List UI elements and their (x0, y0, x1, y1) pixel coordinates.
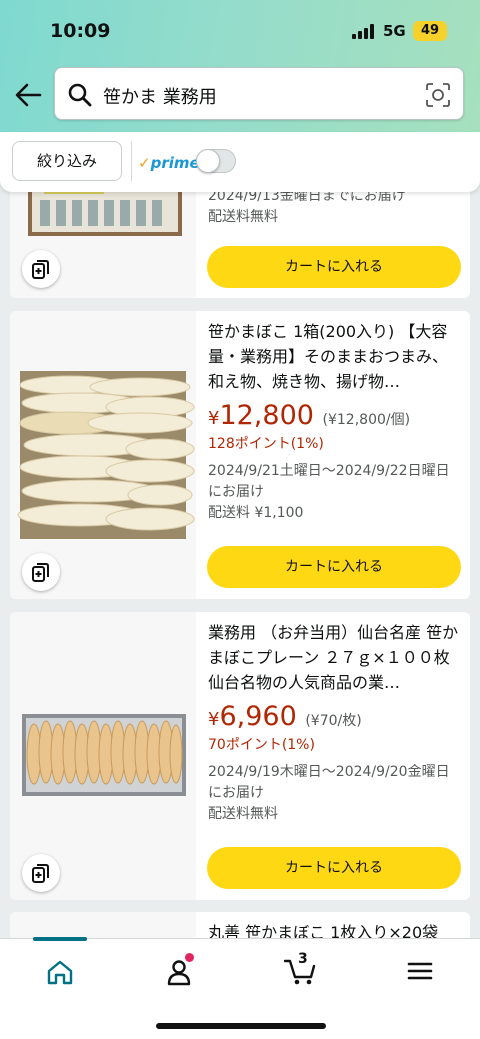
shipping-fee: 配送料無料 (208, 806, 278, 822)
add-to-cart-button[interactable]: カートに入れる (207, 246, 461, 288)
back-arrow-icon[interactable] (14, 82, 42, 108)
shipping-fee: 配送料 ¥1,100 (208, 505, 304, 521)
compare-icon[interactable] (22, 250, 60, 288)
shipping-fee: 配送料無料 (208, 209, 278, 225)
product-title[interactable]: 業務用 （お弁当用）仙台名産 笹かまぼこプレーン ２７ｇ×１００枚 仙台名物の人… (208, 620, 460, 695)
account-icon[interactable] (164, 953, 196, 989)
cart-icon[interactable]: 3 (283, 951, 316, 989)
search-query: 笹かま 業務用 (103, 87, 217, 108)
add-to-cart-button[interactable]: カートに入れる (207, 847, 461, 889)
notification-dot (185, 953, 194, 962)
network-type: 5G (383, 22, 406, 40)
search-icon (68, 83, 92, 107)
delivery-date: 2024/9/21土曜日～2024/9/22日曜日 にお届け (208, 463, 450, 500)
filter-bar: 絞り込み ✓prime (0, 132, 480, 192)
toggle-knob (196, 149, 220, 173)
active-tab-indicator (33, 937, 87, 941)
status-time: 10:09 (50, 20, 111, 42)
compare-icon[interactable] (22, 553, 60, 591)
product-title[interactable]: 笹かまぼこ 1箱(200入り) 【大容量・業務用】そのままおつまみ、和え物、焼き… (208, 319, 460, 394)
refine-button[interactable]: 絞り込み (12, 141, 122, 181)
prime-label: ✓prime (138, 154, 200, 172)
search-input[interactable]: 笹かま 業務用 (54, 67, 464, 120)
product-price: ¥12,800 (¥12,800/個) (208, 400, 411, 431)
delivery-date: 2024/9/19木曜日～2024/9/20金曜日 にお届け (208, 764, 450, 801)
points: 70ポイント(1%) (208, 737, 315, 753)
product-price: ¥6,960 (¥70/枚) (208, 701, 362, 732)
battery-icon: 49 (413, 21, 447, 41)
points: 128ポイント(1%) (208, 436, 324, 452)
bottom-nav: 3 (0, 937, 480, 1039)
unit-price: (¥12,800/個) (322, 412, 411, 428)
filter-divider (131, 141, 132, 181)
product-card[interactable]: 業務用 （お弁当用）仙台名産 笹かまぼこプレーン ２７ｇ×１００枚 仙台名物の人… (10, 612, 470, 900)
home-icon[interactable] (45, 957, 77, 989)
cart-count: 3 (298, 951, 308, 967)
signal-icon (352, 24, 376, 39)
menu-icon[interactable] (406, 957, 438, 989)
product-card[interactable]: 笹かまぼこ 1箱(200入り) 【大容量・業務用】そのままおつまみ、和え物、焼き… (10, 311, 470, 599)
compare-icon[interactable] (22, 854, 60, 892)
app-header: 10:09 5G 49 笹かま 業務用 (0, 0, 480, 132)
prime-check-icon: ✓ (138, 154, 151, 172)
unit-price: (¥70/枚) (305, 713, 362, 729)
camera-search-icon[interactable] (425, 82, 451, 108)
add-to-cart-button[interactable]: カートに入れる (207, 546, 461, 588)
home-indicator (156, 1023, 326, 1029)
